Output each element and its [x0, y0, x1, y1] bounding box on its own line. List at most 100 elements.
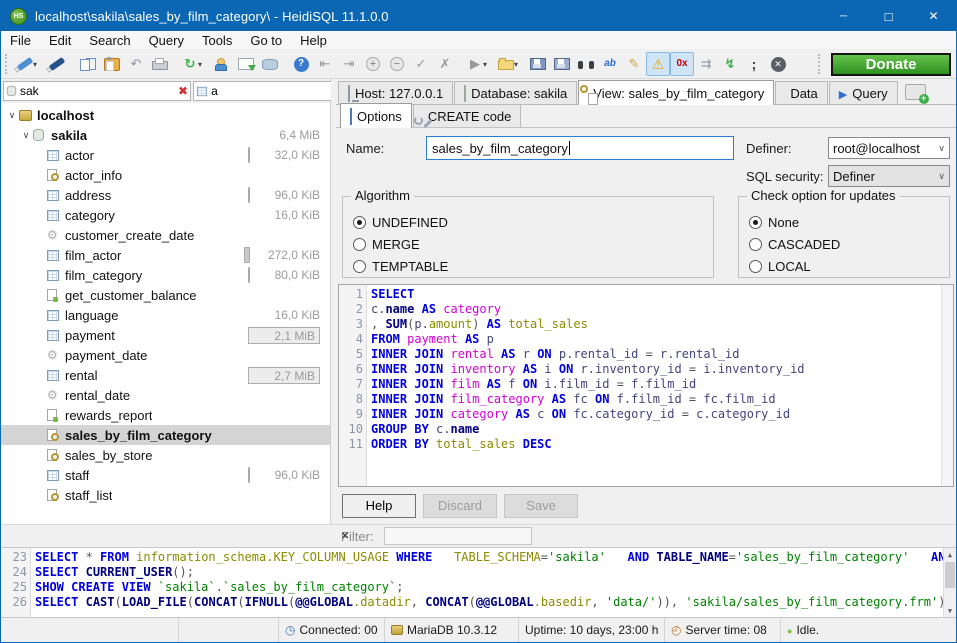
tree-item[interactable]: film_actor 272,0 KiB [1, 245, 330, 265]
dropdown-caret-icon[interactable] [198, 60, 207, 69]
tree-item[interactable]: address 96,0 KiB [1, 185, 330, 205]
tab-data[interactable]: Data [775, 81, 827, 104]
chevron-down-icon[interactable] [19, 130, 33, 141]
tree-item[interactable]: staff 96,0 KiB [1, 465, 330, 485]
tree-item[interactable]: sakila 6,4 MiB [1, 125, 330, 145]
reformat-sql[interactable]: ✎ [622, 52, 646, 76]
open-sql-file[interactable] [495, 52, 526, 76]
maximize-button[interactable] [866, 1, 911, 31]
tab-create-code[interactable]: CREATE code [413, 104, 522, 127]
last-row[interactable]: ⇥ [337, 52, 361, 76]
paste[interactable] [100, 52, 124, 76]
stop-query[interactable]: ✕ [766, 52, 790, 76]
check-option-radio[interactable]: CASCADED [749, 233, 943, 255]
menu-item[interactable]: Tools [193, 31, 241, 49]
tree-item[interactable]: rental 2,7 MiB [1, 365, 330, 385]
tree-item[interactable]: actor 32,0 KiB [1, 145, 330, 165]
tree-item[interactable]: rewards_report [1, 405, 330, 425]
menu-item[interactable]: Go to [241, 31, 291, 49]
insert-row[interactable]: + [361, 52, 385, 76]
menu-item[interactable]: Query [140, 31, 193, 49]
tree-item[interactable]: rental_date [1, 385, 330, 405]
save-sql-as[interactable] [550, 52, 574, 76]
log-scrollbar[interactable] [943, 548, 956, 617]
scroll-down-icon[interactable] [944, 604, 956, 617]
tree-item[interactable]: payment 2,1 MiB [1, 325, 330, 345]
tab-host[interactable]: Host: 127.0.0.1 [338, 81, 453, 104]
sql-security-combobox[interactable]: Definer [828, 165, 950, 187]
reconnect[interactable]: ↯ [718, 52, 742, 76]
tab-view[interactable]: View: sales_by_film_category [578, 80, 774, 105]
definer-combobox[interactable]: root@localhost [828, 137, 950, 159]
tree-item[interactable]: film_category 80,0 KiB [1, 265, 330, 285]
algorithm-radio[interactable]: MERGE [353, 233, 707, 255]
log-line: 23SELECT * FROM information_schema.KEY_C… [1, 550, 956, 565]
dropdown-caret-icon[interactable] [514, 60, 523, 69]
code-token: AS [487, 377, 501, 391]
tab-query[interactable]: Query [829, 81, 898, 104]
tree-item[interactable]: sales_by_store [1, 445, 330, 465]
new-query-tab-icon[interactable] [905, 84, 926, 100]
save-data[interactable] [258, 52, 282, 76]
disconnect[interactable] [45, 52, 69, 76]
tab-database[interactable]: Database: sakila [454, 81, 577, 104]
menu-item[interactable]: File [1, 31, 40, 49]
user-manager[interactable] [210, 52, 234, 76]
toolbar-grip[interactable] [5, 54, 10, 74]
close-button[interactable] [911, 1, 956, 31]
tab-options[interactable]: Options [340, 103, 412, 128]
move-tab[interactable]: ⇉ [694, 52, 718, 76]
delete-row[interactable]: − [385, 52, 409, 76]
first-row[interactable]: ⇤ [313, 52, 337, 76]
chevron-down-icon[interactable] [5, 110, 19, 121]
algorithm-radio[interactable]: TEMPTABLE [353, 255, 707, 277]
highlight-errors[interactable]: ⚠ [646, 52, 670, 76]
help[interactable]: ? [289, 52, 313, 76]
close-filter-icon[interactable] [341, 531, 349, 542]
tree-item[interactable]: staff_list [1, 485, 330, 505]
save-sql[interactable] [526, 52, 550, 76]
tree-item[interactable]: category 16,0 KiB [1, 205, 330, 225]
find-text[interactable] [574, 52, 598, 76]
donate-button[interactable]: Donate [831, 53, 951, 76]
algorithm-radio[interactable]: UNDEFINED [353, 211, 707, 233]
tree-item[interactable]: payment_date [1, 345, 330, 365]
status-section: Idle. [781, 618, 901, 642]
replace-text[interactable]: ab [598, 52, 622, 76]
database-filter-input[interactable] [20, 84, 175, 98]
toolbar-grip[interactable] [818, 54, 823, 74]
tree-item[interactable]: language 16,0 KiB [1, 305, 330, 325]
dropdown-caret-icon[interactable] [483, 60, 492, 69]
view-select-code-editor[interactable]: 1SELECT2c.name AS category3, SUM(p.amoun… [338, 284, 954, 487]
check-option-radio[interactable]: LOCAL [749, 255, 943, 277]
log-filter-input[interactable] [384, 527, 532, 545]
radio-icon [353, 260, 366, 273]
run-sql[interactable]: ▶ [464, 52, 495, 76]
minimize-button[interactable] [821, 1, 866, 31]
menu-item[interactable]: Search [80, 31, 139, 49]
binary-as-hex[interactable]: 0x [670, 52, 694, 76]
session-manager[interactable] [14, 52, 45, 76]
tree-item[interactable]: localhost [1, 105, 330, 125]
undo[interactable]: ↶ [124, 52, 148, 76]
cancel-editing[interactable]: ✗ [433, 52, 457, 76]
menu-item[interactable]: Help [291, 31, 336, 49]
tree-item[interactable]: get_customer_balance [1, 285, 330, 305]
copy[interactable] [76, 52, 100, 76]
clear-database-filter-icon[interactable] [178, 85, 188, 97]
scroll-up-icon[interactable] [944, 548, 956, 561]
menu-item[interactable]: Edit [40, 31, 80, 49]
print[interactable] [148, 52, 172, 76]
tree-item[interactable]: actor_info [1, 165, 330, 185]
check-option-radio[interactable]: None [749, 211, 943, 233]
help-button[interactable]: Help [342, 494, 416, 518]
tree-item[interactable]: sales_by_film_category [1, 425, 330, 445]
dropdown-caret-icon[interactable] [33, 60, 42, 69]
scrollbar-thumb[interactable] [945, 562, 955, 588]
post-changes[interactable]: ✓ [409, 52, 433, 76]
refresh[interactable]: ↻ [179, 52, 210, 76]
view-name-input[interactable]: sales_by_film_category [426, 136, 734, 160]
export-tables[interactable] [234, 52, 258, 76]
tree-item[interactable]: customer_create_date [1, 225, 330, 245]
semicolon-delimiter[interactable]: ; [742, 52, 766, 76]
